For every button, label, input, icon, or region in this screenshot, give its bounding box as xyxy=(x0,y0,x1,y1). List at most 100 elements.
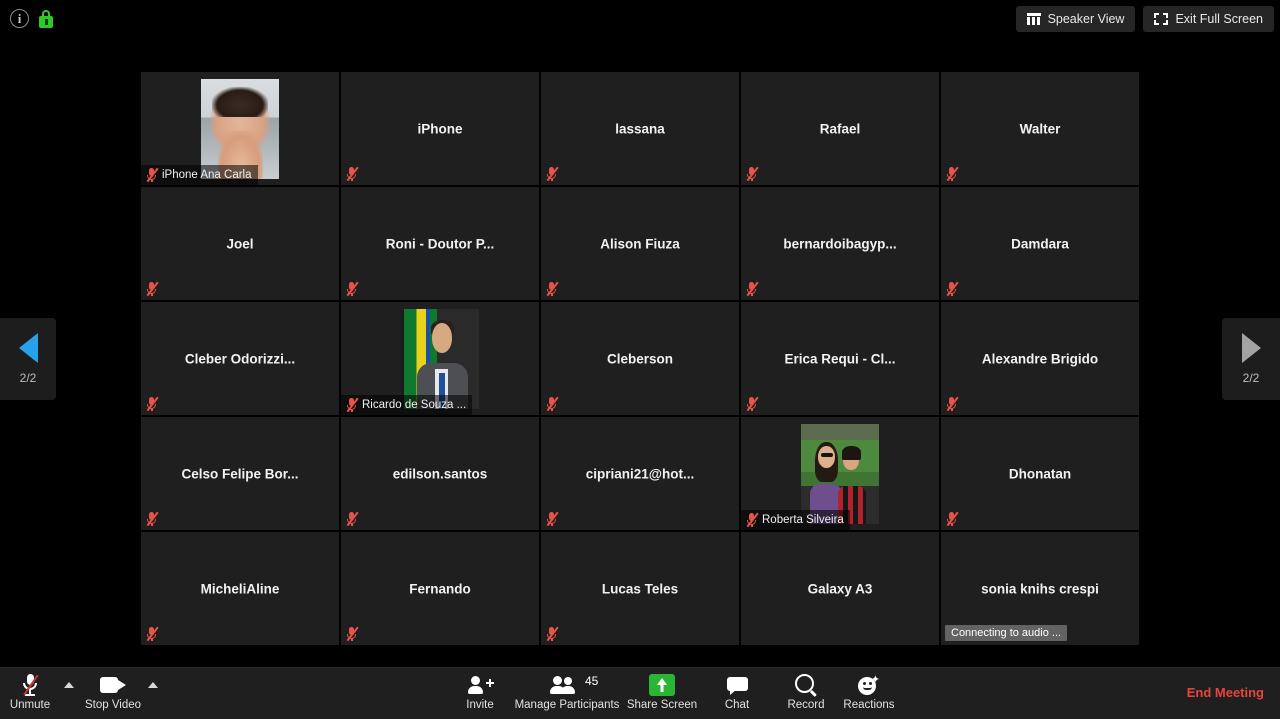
previous-page-button[interactable]: 2/2 xyxy=(0,318,56,400)
next-page-count: 2/2 xyxy=(1242,371,1260,385)
grid-layout-icon xyxy=(1026,13,1041,25)
chat-bubble-icon xyxy=(726,676,748,695)
mute-indicator xyxy=(745,396,759,412)
participant-tile[interactable]: Celso Felipe Bor... xyxy=(140,416,340,531)
participant-tile[interactable]: iPhone Ana Carla xyxy=(140,71,340,186)
participant-tile[interactable]: Cleberson xyxy=(540,301,740,416)
unmute-label: Unmute xyxy=(9,699,51,711)
audio-options-chevron-up-icon[interactable] xyxy=(64,682,74,688)
participant-name: Damdara xyxy=(1011,236,1069,251)
share-screen-icon-wrap xyxy=(649,672,675,698)
participant-tile[interactable]: Walter xyxy=(940,71,1140,186)
participant-tile[interactable]: Cleber Odorizzi... xyxy=(140,301,340,416)
people-icon: 45 xyxy=(550,674,598,694)
participant-tile[interactable]: Lucas Teles xyxy=(540,531,740,646)
top-bar-left-group: i xyxy=(10,9,53,28)
reactions-icon-wrap: ✦ xyxy=(858,672,880,698)
share-screen-button[interactable]: Share Screen xyxy=(624,672,700,718)
participant-tile[interactable]: Fernando xyxy=(340,531,540,646)
participant-tile[interactable]: Alison Fiuza xyxy=(540,186,740,301)
info-icon[interactable]: i xyxy=(10,9,29,28)
manage-participants-button[interactable]: 45 Manage Participants xyxy=(509,672,625,718)
participant-tile[interactable]: MicheliAline xyxy=(140,531,340,646)
chat-label: Chat xyxy=(724,699,750,711)
participant-name: Celso Felipe Bor... xyxy=(181,466,299,481)
participant-name: Galaxy A3 xyxy=(807,581,873,596)
share-screen-label: Share Screen xyxy=(626,699,698,711)
mute-indicator xyxy=(145,281,159,297)
invite-button[interactable]: Invite xyxy=(456,672,504,718)
stop-video-button[interactable]: Stop Video xyxy=(85,672,141,718)
participants-count-badge: 45 xyxy=(585,674,599,688)
microphone-muted-icon xyxy=(145,167,159,183)
smiley-reaction-icon: ✦ xyxy=(858,675,880,695)
exit-full-screen-label: Exit Full Screen xyxy=(1175,12,1263,26)
participant-tile[interactable]: Rafael xyxy=(740,71,940,186)
participant-tile[interactable]: Roberta Silveira xyxy=(740,416,940,531)
participant-tile[interactable]: bernardoibagyp... xyxy=(740,186,940,301)
mute-indicator xyxy=(145,396,159,412)
participant-name: bernardoibagyp... xyxy=(783,236,897,251)
mute-indicator xyxy=(945,166,959,182)
mute-indicator xyxy=(345,511,359,527)
participant-tile[interactable]: Dhonatan xyxy=(940,416,1140,531)
reactions-button[interactable]: ✦ Reactions xyxy=(841,672,897,718)
unmute-icon-wrap xyxy=(22,672,39,698)
end-meeting-button[interactable]: End Meeting xyxy=(1187,685,1264,700)
participant-tile[interactable]: Galaxy A3 xyxy=(740,531,940,646)
participant-name: Erica Requi - Cl... xyxy=(784,351,896,366)
participant-name: Roni - Doutor P... xyxy=(385,236,495,251)
participant-tile[interactable]: Ricardo de Souza ... xyxy=(340,301,540,416)
exit-full-screen-button[interactable]: Exit Full Screen xyxy=(1143,6,1274,32)
participant-name: Walter xyxy=(1019,121,1061,136)
participant-name-strip: Ricardo de Souza ... xyxy=(341,395,473,415)
stop-video-icon-wrap xyxy=(100,672,126,698)
mute-indicator xyxy=(545,626,559,642)
mute-indicator xyxy=(345,281,359,297)
audio-status-badge: Connecting to audio ... xyxy=(945,625,1068,641)
participant-name: Ricardo de Souza ... xyxy=(362,398,467,411)
participant-name: iPhone xyxy=(417,121,463,136)
participants-icon-wrap: 45 xyxy=(550,672,598,698)
participant-tile[interactable]: sonia knihs crespi Connecting to audio ..… xyxy=(940,531,1140,646)
lock-icon[interactable] xyxy=(39,9,53,28)
invite-icon-wrap xyxy=(468,672,494,698)
mute-indicator xyxy=(945,396,959,412)
chat-button[interactable]: Chat xyxy=(713,672,761,718)
participant-tile[interactable]: Damdara xyxy=(940,186,1140,301)
camera-icon xyxy=(100,677,126,693)
participant-tile[interactable]: Roni - Doutor P... xyxy=(340,186,540,301)
zoom-meeting-window: i Speaker View Exit Full Screen iPhone A xyxy=(0,0,1280,719)
record-icon-wrap xyxy=(795,672,817,698)
participant-name: MicheliAline xyxy=(200,581,280,596)
add-person-icon xyxy=(468,676,494,694)
participant-tile[interactable]: edilson.santos xyxy=(340,416,540,531)
participant-name-strip: iPhone Ana Carla xyxy=(141,165,258,185)
microphone-muted-icon xyxy=(745,512,759,528)
chevron-left-icon xyxy=(18,333,38,363)
participant-tile[interactable]: lassana xyxy=(540,71,740,186)
participant-tile[interactable]: iPhone xyxy=(340,71,540,186)
chevron-right-icon xyxy=(1241,333,1261,363)
microphone-muted-icon xyxy=(345,397,359,413)
participant-tile[interactable]: Joel xyxy=(140,186,340,301)
participant-name: Roberta Silveira xyxy=(762,513,844,526)
top-bar: i Speaker View Exit Full Screen xyxy=(0,0,1280,38)
unmute-button[interactable]: Unmute xyxy=(8,672,52,718)
stop-video-label: Stop Video xyxy=(84,699,142,711)
participant-name: Rafael xyxy=(819,121,861,136)
participant-name: Alexandre Brigido xyxy=(981,351,1099,366)
participant-tile[interactable]: Erica Requi - Cl... xyxy=(740,301,940,416)
next-page-button[interactable]: 2/2 xyxy=(1222,318,1280,400)
mute-indicator xyxy=(745,166,759,182)
speaker-view-button[interactable]: Speaker View xyxy=(1015,6,1136,32)
participant-tile[interactable]: Alexandre Brigido xyxy=(940,301,1140,416)
record-button[interactable]: Record xyxy=(780,672,832,718)
participant-tile[interactable]: cipriani21@hot... xyxy=(540,416,740,531)
participant-name: iPhone Ana Carla xyxy=(162,168,252,181)
video-options-chevron-up-icon[interactable] xyxy=(148,682,158,688)
mute-indicator xyxy=(545,281,559,297)
participant-name: cipriani21@hot... xyxy=(585,466,695,481)
prev-page-count: 2/2 xyxy=(19,371,37,385)
participant-name: Cleber Odorizzi... xyxy=(184,351,296,366)
